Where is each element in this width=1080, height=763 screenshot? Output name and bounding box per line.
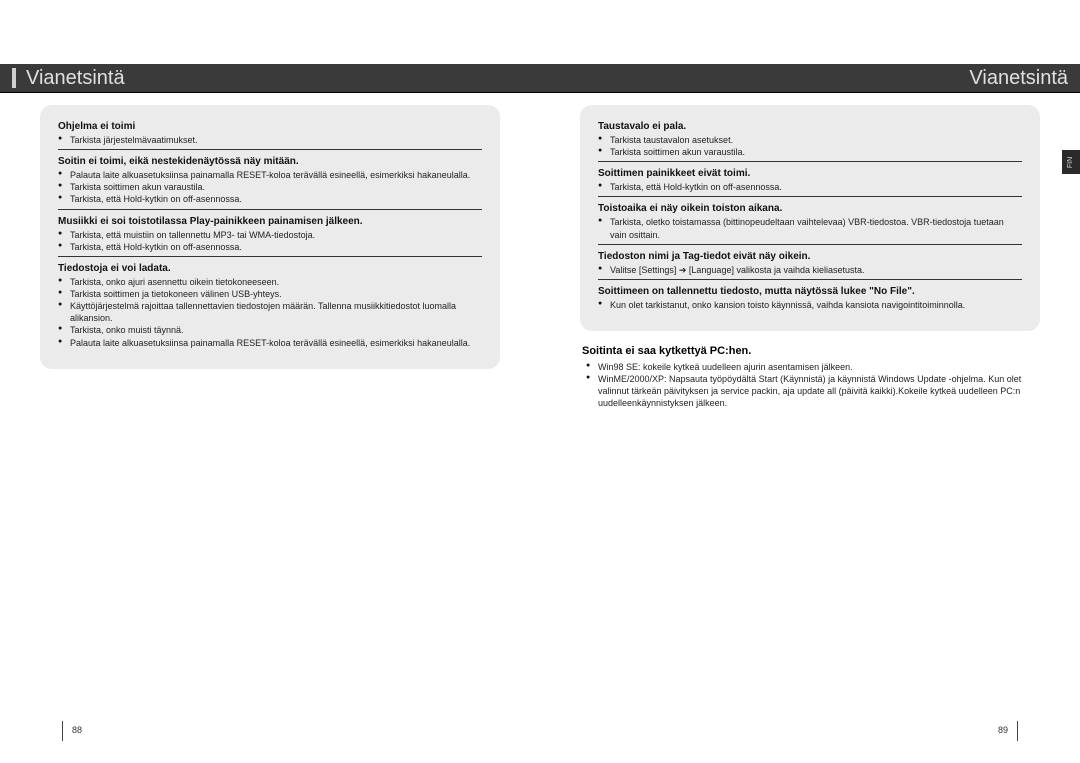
section-toistoaika: Toistoaika ei näy oikein toiston aikana.…: [598, 203, 1022, 244]
title-tick-icon: [12, 68, 16, 88]
right-panel: Taustavalo ei pala. Tarkista taustavalon…: [580, 105, 1040, 331]
bullet-list: Tarkista taustavalon asetukset. Tarkista…: [598, 134, 1022, 158]
section-ohjelma: Ohjelma ei toimi Tarkista järjestelmävaa…: [58, 121, 482, 150]
section-nofile: Soittimeen on tallennettu tiedosto, mutt…: [598, 286, 1022, 311]
divider: [58, 149, 482, 150]
bullet-item: Tarkista järjestelmävaatimukset.: [58, 134, 482, 146]
sub-bullet-list: Win98 SE: kokeile kytkeä uudelleen ajuri…: [580, 361, 1040, 410]
bullet-item: Palauta laite alkuasetuksiinsa painamall…: [58, 337, 482, 349]
section-tiedostoja: Tiedostoja ei voi ladata. Tarkista, onko…: [58, 263, 482, 349]
bullet-list: Kun olet tarkistanut, onko kansion toist…: [598, 299, 1022, 311]
bullet-item: Tarkista, että muistiin on tallennettu M…: [58, 229, 482, 241]
divider: [58, 209, 482, 210]
right-page: Vianetsintä Taustavalo ei pala. Tarkista…: [540, 0, 1080, 763]
section-heading: Toistoaika ei näy oikein toiston aikana.: [598, 203, 1022, 214]
divider: [598, 161, 1022, 162]
page-number-tick: [62, 721, 63, 741]
bullet-item: Tarkista taustavalon asetukset.: [598, 134, 1022, 146]
bullet-list: Tarkista, onko ajuri asennettu oikein ti…: [58, 276, 482, 349]
bullet-item: Tarkista, onko muisti täynnä.: [58, 324, 482, 336]
section-heading: Tiedostoja ei voi ladata.: [58, 263, 482, 274]
bullet-item: Palauta laite alkuasetuksiinsa painamall…: [58, 169, 482, 181]
bullet-item: WinME/2000/XP: Napsauta työpöydältä Star…: [586, 373, 1040, 409]
bullet-item: Tarkista, että Hold-kytkin on off-asenno…: [598, 181, 1022, 193]
bullet-item: Tarkista, että Hold-kytkin on off-asenno…: [58, 193, 482, 205]
page-spread: Vianetsintä Ohjelma ei toimi Tarkista jä…: [0, 0, 1080, 763]
right-subtitle: Soitinta ei saa kytkettyä PC:hen.: [582, 345, 1040, 357]
divider: [58, 256, 482, 257]
right-page-number: 89: [998, 725, 1008, 735]
bullet-item: Tarkista, että Hold-kytkin on off-asenno…: [58, 241, 482, 253]
page-number-tick: [1017, 721, 1018, 741]
bullet-item: Tarkista soittimen ja tietokoneen väline…: [58, 288, 482, 300]
right-title-bar: Vianetsintä: [540, 64, 1080, 93]
language-tab: FIN: [1062, 150, 1080, 174]
bullet-item: Käyttöjärjestelmä rajoittaa tallennettav…: [58, 300, 482, 324]
left-page-title: Vianetsintä: [26, 67, 125, 90]
divider: [598, 196, 1022, 197]
divider: [598, 279, 1022, 280]
right-page-title: Vianetsintä: [969, 67, 1068, 90]
bullet-item: Valitse [Settings] ➔ [Language] valikost…: [598, 264, 1022, 276]
bullet-item: Tarkista soittimen akun varaustila.: [58, 181, 482, 193]
section-heading: Soittimeen on tallennettu tiedosto, mutt…: [598, 286, 1022, 297]
bullet-item: Win98 SE: kokeile kytkeä uudelleen ajuri…: [586, 361, 1040, 373]
divider: [598, 244, 1022, 245]
bullet-list: Tarkista, että Hold-kytkin on off-asenno…: [598, 181, 1022, 193]
left-page-number: 88: [72, 725, 82, 735]
bullet-list: Tarkista järjestelmävaatimukset.: [58, 134, 482, 146]
bullet-item: Tarkista soittimen akun varaustila.: [598, 146, 1022, 158]
section-heading: Taustavalo ei pala.: [598, 121, 1022, 132]
bullet-list: Valitse [Settings] ➔ [Language] valikost…: [598, 264, 1022, 276]
section-heading: Ohjelma ei toimi: [58, 121, 482, 132]
section-heading: Soitin ei toimi, eikä nestekidenäytössä …: [58, 156, 482, 167]
left-panel: Ohjelma ei toimi Tarkista järjestelmävaa…: [40, 105, 500, 369]
bullet-list: Palauta laite alkuasetuksiinsa painamall…: [58, 169, 482, 205]
language-tab-label: FIN: [1068, 156, 1075, 167]
section-taustavalo: Taustavalo ei pala. Tarkista taustavalon…: [598, 121, 1022, 162]
section-musiikki: Musiikki ei soi toistotilassa Play-paini…: [58, 216, 482, 257]
bullet-item: Kun olet tarkistanut, onko kansion toist…: [598, 299, 1022, 311]
bullet-item: Tarkista, onko ajuri asennettu oikein ti…: [58, 276, 482, 288]
section-heading: Tiedoston nimi ja Tag-tiedot eivät näy o…: [598, 251, 1022, 262]
section-heading: Musiikki ei soi toistotilassa Play-paini…: [58, 216, 482, 227]
section-tagtiedot: Tiedoston nimi ja Tag-tiedot eivät näy o…: [598, 251, 1022, 280]
bullet-item: Tarkista, oletko toistamassa (bittinopeu…: [598, 216, 1022, 240]
section-soitin: Soitin ei toimi, eikä nestekidenäytössä …: [58, 156, 482, 209]
section-heading: Soittimen painikkeet eivät toimi.: [598, 168, 1022, 179]
bullet-list: Tarkista, oletko toistamassa (bittinopeu…: [598, 216, 1022, 240]
left-title-bar: Vianetsintä: [0, 64, 540, 93]
section-painikkeet: Soittimen painikkeet eivät toimi. Tarkis…: [598, 168, 1022, 197]
bullet-list: Tarkista, että muistiin on tallennettu M…: [58, 229, 482, 253]
left-page: Vianetsintä Ohjelma ei toimi Tarkista jä…: [0, 0, 540, 763]
